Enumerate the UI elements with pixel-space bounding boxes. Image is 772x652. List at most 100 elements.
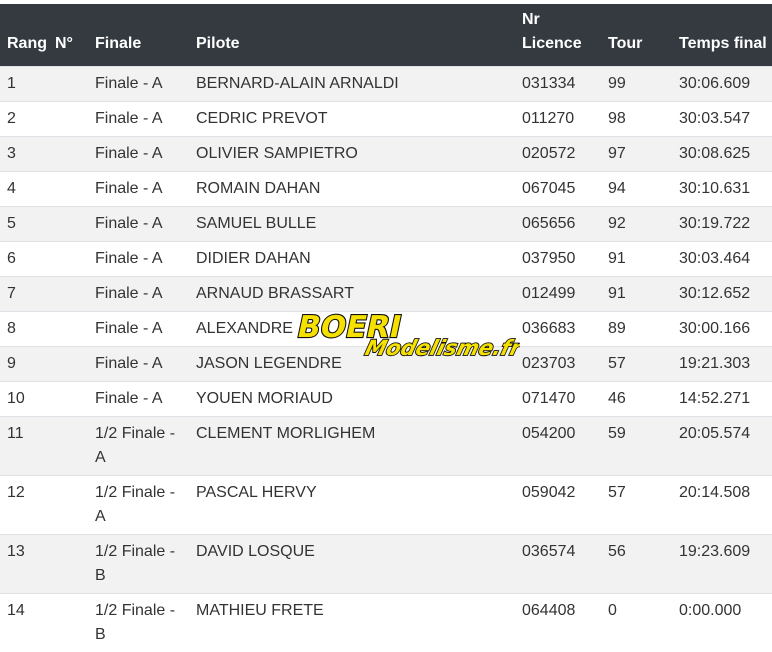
cell-licence: 036683 [515,310,601,346]
cell-pilote: JASON LEGENDRE [189,345,515,381]
cell-finale: 1/2 Finale - B [88,533,189,593]
header-licence[interactable]: Nr Licence [515,4,601,66]
cell-licence: 023703 [515,345,601,381]
cell-finale: Finale - A [88,65,189,101]
cell-temps: 30:10.631 [672,170,772,206]
cell-pilote: DIDIER DAHAN [189,240,515,276]
table-row: 1 Finale - A BERNARD-ALAIN ARNALDI 031334 99… [0,65,772,101]
cell-num [48,533,88,593]
cell-tour: 99 [601,65,672,101]
table-row: 14 1/2 Finale - B MATHIEU FRETE 064408 0 0:00… [0,592,772,652]
table-row: 10 Finale - A YOUEN MORIAUD 071470 46 14:52.2… [0,380,772,416]
cell-rang: 1 [0,65,48,101]
cell-num [48,275,88,311]
cell-pilote: CLEMENT MORLIGHEM [189,415,515,475]
cell-tour: 97 [601,135,672,171]
cell-temps: 30:19.722 [672,205,772,241]
cell-finale: Finale - A [88,100,189,136]
cell-num [48,415,88,475]
cell-num [48,205,88,241]
cell-tour: 89 [601,310,672,346]
header-tour[interactable]: Tour [601,4,672,66]
cell-tour: 57 [601,474,672,534]
cell-temps: 30:03.464 [672,240,772,276]
cell-num [48,65,88,101]
table-row: 9 Finale - A JASON LEGENDRE 023703 57 19:21.3… [0,345,772,381]
table-row: 4 Finale - A ROMAIN DAHAN 067045 94 30:10.631 [0,170,772,206]
cell-licence: 037950 [515,240,601,276]
cell-tour: 92 [601,205,672,241]
cell-rang: 7 [0,275,48,311]
cell-temps: 30:00.166 [672,310,772,346]
header-rang[interactable]: Rang [0,4,48,66]
cell-licence: 071470 [515,380,601,416]
results-table: Rang N° Finale Pilote Nr Licence Tour Tem… [0,4,772,652]
cell-num [48,170,88,206]
cell-finale: Finale - A [88,170,189,206]
cell-temps: 30:08.625 [672,135,772,171]
cell-licence: 065656 [515,205,601,241]
cell-rang: 5 [0,205,48,241]
table-row: 11 1/2 Finale - A CLEMENT MORLIGHEM 054200 5… [0,415,772,475]
cell-temps: 19:21.303 [672,345,772,381]
cell-rang: 2 [0,100,48,136]
cell-temps: 14:52.271 [672,380,772,416]
cell-pilote: BERNARD-ALAIN ARNALDI [189,65,515,101]
cell-rang: 6 [0,240,48,276]
cell-pilote: CEDRIC PREVOT [189,100,515,136]
cell-pilote: SAMUEL BULLE [189,205,515,241]
cell-rang: 4 [0,170,48,206]
cell-tour: 98 [601,100,672,136]
header-temps[interactable]: Temps final [672,4,772,66]
cell-pilote: YOUEN MORIAUD [189,380,515,416]
cell-rang: 8 [0,310,48,346]
table-row: 12 1/2 Finale - A PASCAL HERVY 059042 57 20:1… [0,474,772,534]
cell-temps: 30:03.547 [672,100,772,136]
cell-finale: 1/2 Finale - A [88,415,189,475]
cell-pilote: ARNAUD BRASSART [189,275,515,311]
cell-pilote: DAVID LOSQUE [189,533,515,593]
cell-rang: 10 [0,380,48,416]
cell-num [48,100,88,136]
cell-num [48,310,88,346]
cell-num [48,135,88,171]
cell-num [48,345,88,381]
cell-temps: 19:23.609 [672,533,772,593]
cell-num [48,380,88,416]
header-licence-line2: Licence [522,34,582,52]
cell-temps: 20:14.508 [672,474,772,534]
cell-tour: 0 [601,592,672,652]
table-row: 2 Finale - A CEDRIC PREVOT 011270 98 30:03.54… [0,100,772,136]
cell-rang: 14 [0,592,48,652]
cell-rang: 11 [0,415,48,475]
table-row: 6 Finale - A DIDIER DAHAN 037950 91 30:03.464 [0,240,772,276]
cell-finale: Finale - A [88,310,189,346]
cell-finale: Finale - A [88,345,189,381]
cell-num [48,592,88,652]
cell-finale: Finale - A [88,380,189,416]
header-finale[interactable]: Finale [88,4,189,66]
cell-finale: 1/2 Finale - B [88,592,189,652]
header-pilote[interactable]: Pilote [189,4,515,66]
cell-finale: Finale - A [88,135,189,171]
cell-temps: 20:05.574 [672,415,772,475]
cell-licence: 031334 [515,65,601,101]
table-row: 5 Finale - A SAMUEL BULLE 065656 92 30:19.722 [0,205,772,241]
cell-licence: 064408 [515,592,601,652]
cell-licence: 012499 [515,275,601,311]
cell-licence: 011270 [515,100,601,136]
cell-num [48,240,88,276]
cell-rang: 9 [0,345,48,381]
cell-pilote: ROMAIN DAHAN [189,170,515,206]
cell-pilote: PASCAL HERVY [189,474,515,534]
cell-tour: 91 [601,275,672,311]
cell-tour: 56 [601,533,672,593]
cell-licence: 054200 [515,415,601,475]
table-row: 13 1/2 Finale - B DAVID LOSQUE 036574 56 19:2… [0,533,772,593]
cell-pilote: ALEXANDRE [189,310,515,346]
table-row: 8 Finale - A ALEXANDRE 036683 89 30:00.166 [0,310,772,346]
header-num[interactable]: N° [48,4,88,66]
cell-finale: Finale - A [88,240,189,276]
cell-licence: 059042 [515,474,601,534]
cell-tour: 46 [601,380,672,416]
